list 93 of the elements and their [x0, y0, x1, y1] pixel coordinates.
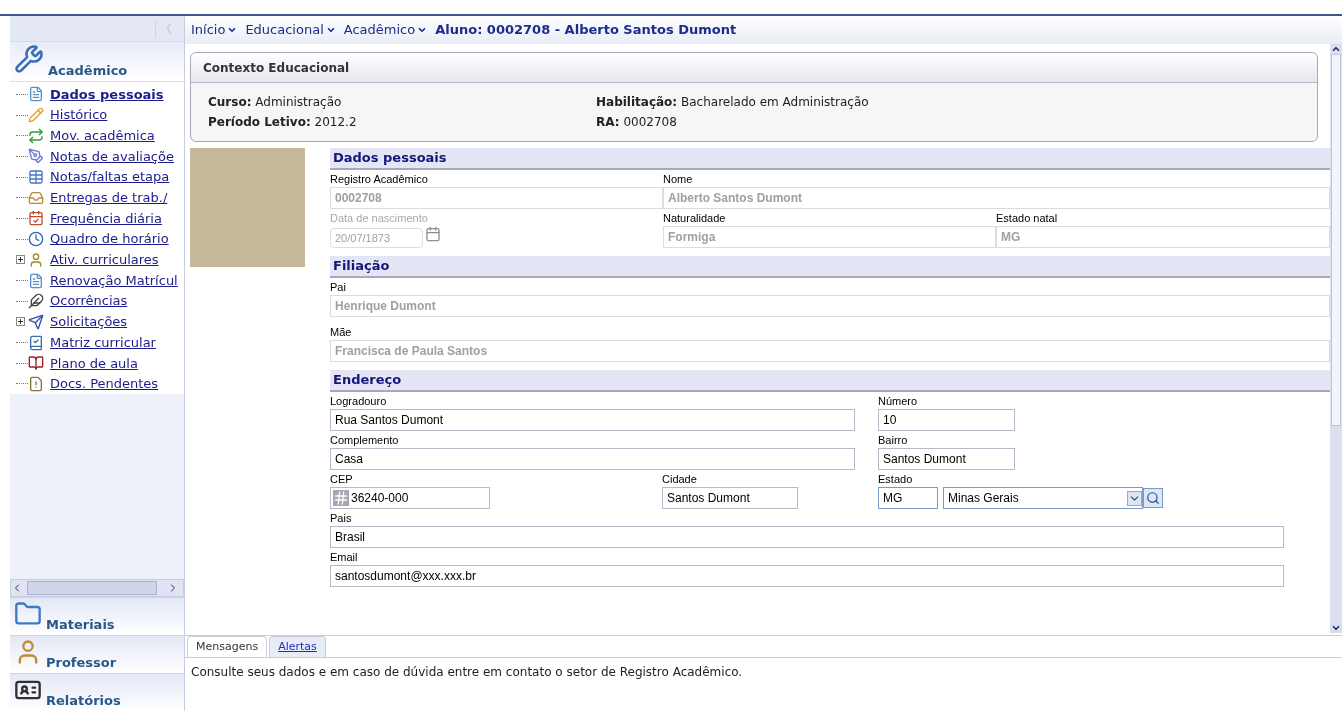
- breadcrumb-current: Aluno: 0002708 - Alberto Santos Dumont: [435, 21, 737, 40]
- field-label: Número: [878, 394, 919, 409]
- context-field: RA: 0002708: [596, 112, 1300, 132]
- field-label: Nome: [663, 172, 694, 187]
- module-header[interactable]: Professor: [10, 635, 184, 673]
- nav-link[interactable]: Solicitações: [50, 312, 128, 332]
- input-field[interactable]: santosdumont@xxx.xxx.br: [330, 565, 1284, 587]
- input-field[interactable]: Brasil: [330, 526, 1284, 548]
- field-label: CEP: [330, 472, 354, 487]
- context-field: Período Letivo: 2012.2: [208, 112, 596, 132]
- field-label: Estado: [878, 472, 914, 487]
- input-field[interactable]: 10: [878, 409, 1015, 431]
- quill-icon: [28, 293, 44, 310]
- field-label: Mãe: [330, 325, 353, 340]
- state-code-field[interactable]: MG: [878, 487, 938, 509]
- input-field[interactable]: Santos Dumont: [662, 487, 798, 509]
- field-label: Email: [330, 550, 359, 565]
- module-title: Materiais: [46, 615, 115, 634]
- field-label: Pais: [330, 511, 353, 526]
- pencil-icon: [28, 107, 44, 124]
- section-title: Filiação: [333, 257, 390, 276]
- cep-field[interactable]: 36240-000: [330, 487, 490, 509]
- field-label: Data de nascimento: [330, 211, 429, 226]
- folder-icon: [14, 600, 42, 628]
- nav-link[interactable]: Renovação Matrícul: [50, 270, 178, 291]
- tools-icon: [14, 44, 44, 74]
- field-label: Bairro: [878, 433, 909, 448]
- breadcrumb-link[interactable]: Início: [191, 20, 238, 40]
- horizontal-scrollbar[interactable]: [10, 579, 184, 597]
- nav-link[interactable]: Matriz curricular: [50, 332, 156, 353]
- section-title: Endereço: [333, 371, 402, 390]
- nav-link[interactable]: Entregas de trab./: [50, 188, 168, 208]
- mask-icon: [333, 490, 349, 506]
- nav-link[interactable]: Histórico: [50, 105, 108, 125]
- panel-tab[interactable]: Mensagens: [187, 636, 268, 657]
- calendar-icon[interactable]: [424, 226, 442, 242]
- field-label: Registro Acadêmico: [330, 172, 429, 187]
- scroll-down-icon[interactable]: [1331, 623, 1341, 633]
- calendar-icon: [28, 210, 44, 227]
- input-field[interactable]: Rua Santos Dumont: [330, 409, 855, 431]
- module-header[interactable]: Relatórios: [10, 673, 184, 711]
- nav-link[interactable]: Quadro de horário: [50, 229, 169, 249]
- nav-link[interactable]: Frequência diária: [50, 208, 162, 229]
- nav-link[interactable]: Ativ. curriculares: [50, 250, 159, 270]
- field-label: Cidade: [662, 472, 698, 487]
- input-field[interactable]: Santos Dumont: [878, 448, 1015, 470]
- field-label: Logradouro: [330, 394, 388, 409]
- nav-link[interactable]: Docs. Pendentes: [50, 374, 159, 394]
- document-icon: [28, 86, 44, 103]
- state-select[interactable]: Minas Gerais: [943, 487, 1143, 509]
- caret-icon: [417, 25, 428, 35]
- document-icon: [28, 272, 44, 289]
- nav-link[interactable]: Notas/faltas etapa: [50, 167, 170, 187]
- section-title: Dados pessoais: [333, 149, 447, 168]
- caret-icon: [227, 25, 238, 35]
- field-label: Estado natal: [996, 211, 1059, 226]
- expand-icon[interactable]: [16, 255, 25, 265]
- person-icon: [28, 251, 44, 268]
- nav-link[interactable]: Ocorrências: [50, 291, 128, 311]
- book-icon: [28, 355, 44, 372]
- panel-tab[interactable]: Alertas: [269, 636, 326, 657]
- field-label: Complemento: [330, 433, 400, 448]
- nav-link[interactable]: Plano de aula: [50, 353, 138, 374]
- input-field[interactable]: Casa: [330, 448, 855, 470]
- nav-link[interactable]: Mov. acadêmica: [50, 125, 155, 146]
- field-value: 36240-000: [351, 490, 409, 507]
- tray-icon: [28, 189, 44, 206]
- breadcrumb-link[interactable]: Educacional: [245, 20, 336, 40]
- clock-icon: [28, 231, 44, 248]
- document-icon: [28, 375, 44, 392]
- card-title: Contexto Educacional: [203, 59, 350, 77]
- context-field: Habilitação: Bacharelado em Administração: [596, 92, 1300, 112]
- nav-link[interactable]: Dados pessoais: [50, 84, 164, 105]
- context-field: Curso: Administração: [208, 92, 596, 112]
- send-icon: [28, 313, 44, 330]
- expand-icon[interactable]: [16, 317, 25, 327]
- module-title: Professor: [46, 653, 117, 672]
- scroll-up-icon[interactable]: [1331, 44, 1341, 54]
- field-label: Pai: [330, 280, 347, 295]
- caret-icon: [325, 25, 336, 35]
- pen-icon: [28, 148, 44, 165]
- module-header[interactable]: Materiais: [10, 597, 184, 635]
- dropdown-icon: [1127, 490, 1142, 506]
- table-icon: [28, 169, 44, 186]
- module-title: Relatórios: [46, 691, 121, 710]
- nav-link[interactable]: Notas de avaliaçõe: [50, 146, 174, 167]
- field-label: Naturalidade: [663, 211, 727, 226]
- book-icon: [28, 334, 44, 351]
- vertical-scrollbar[interactable]: [1330, 44, 1342, 633]
- arrows-icon: [28, 127, 44, 144]
- search-icon[interactable]: [1143, 488, 1163, 508]
- message-text: Consulte seus dados e em caso de dúvida entre em contato o setor de Registro Acadêmico.: [190, 664, 744, 681]
- breadcrumb-link[interactable]: Acadêmico: [343, 20, 428, 40]
